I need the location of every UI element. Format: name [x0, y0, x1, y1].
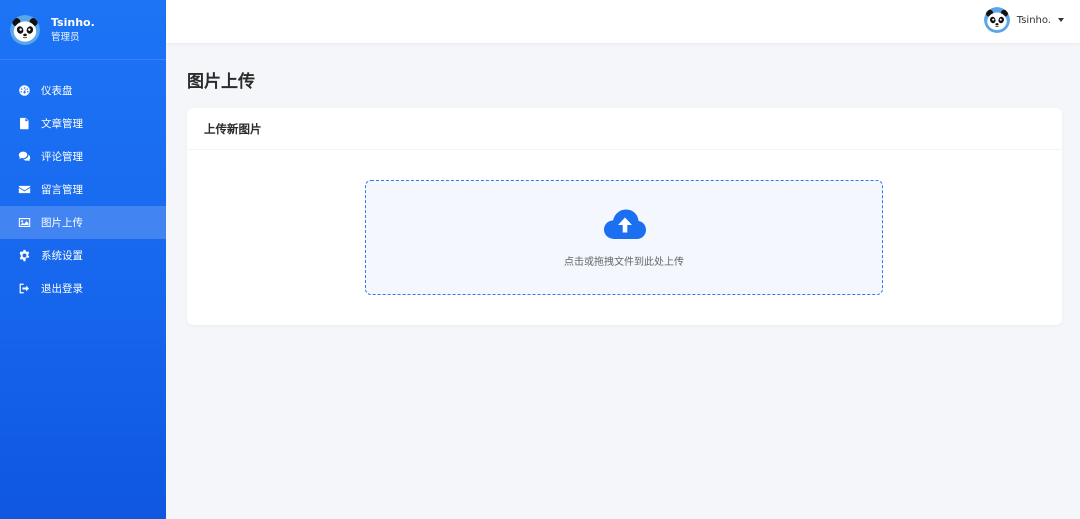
- sidebar-item-dashboard[interactable]: 仪表盘: [0, 74, 166, 107]
- profile-name: Tsinho.: [51, 15, 95, 29]
- sidebar-item-image-upload[interactable]: 图片上传: [0, 206, 166, 239]
- cloud-upload-icon: [604, 209, 646, 239]
- gear-icon: [17, 248, 32, 263]
- sidebar-nav: 仪表盘 文章管理 评论管理 留言管理 图片上传 系统设置 退出登录: [0, 74, 166, 305]
- sidebar-item-label: 文章管理: [41, 118, 83, 130]
- sidebar: Tsinho. 管理员 仪表盘 文章管理 评论管理 留言管理 图片上传 系统设置…: [0, 0, 166, 519]
- card-title: 上传新图片: [187, 108, 1062, 150]
- profile-role: 管理员: [51, 31, 80, 43]
- sidebar-item-articles[interactable]: 文章管理: [0, 107, 166, 140]
- avatar: [10, 15, 40, 45]
- sidebar-item-label: 系统设置: [41, 250, 83, 262]
- sidebar-item-label: 图片上传: [41, 217, 83, 229]
- sidebar-item-comments[interactable]: 评论管理: [0, 140, 166, 173]
- dashboard-icon: [17, 83, 32, 98]
- sidebar-item-label: 评论管理: [41, 151, 83, 163]
- sidebar-item-messages[interactable]: 留言管理: [0, 173, 166, 206]
- upload-dropzone[interactable]: 点击或拖拽文件到此处上传: [365, 180, 883, 295]
- sidebar-item-logout[interactable]: 退出登录: [0, 272, 166, 305]
- user-name: Tsinho.: [1016, 14, 1051, 26]
- comments-icon: [17, 149, 32, 164]
- image-icon: [17, 215, 32, 230]
- sidebar-profile: Tsinho. 管理员: [0, 0, 166, 60]
- file-icon: [17, 116, 32, 131]
- avatar: [984, 7, 1010, 33]
- sidebar-item-label: 仪表盘: [41, 85, 73, 97]
- page-title: 图片上传: [187, 72, 255, 92]
- caret-down-icon: [1058, 18, 1064, 22]
- panda-avatar-icon: [10, 15, 40, 45]
- sign-out-icon: [17, 281, 32, 296]
- panda-avatar-icon: [984, 7, 1010, 33]
- envelope-icon: [17, 182, 32, 197]
- sidebar-item-settings[interactable]: 系统设置: [0, 239, 166, 272]
- dropzone-hint: 点击或拖拽文件到此处上传: [564, 257, 684, 268]
- top-bar: Tsinho.: [166, 0, 1080, 43]
- sidebar-item-label: 退出登录: [41, 283, 83, 295]
- user-menu[interactable]: Tsinho.: [984, 7, 1064, 33]
- sidebar-item-label: 留言管理: [41, 184, 83, 196]
- upload-card: 上传新图片 点击或拖拽文件到此处上传: [187, 108, 1062, 325]
